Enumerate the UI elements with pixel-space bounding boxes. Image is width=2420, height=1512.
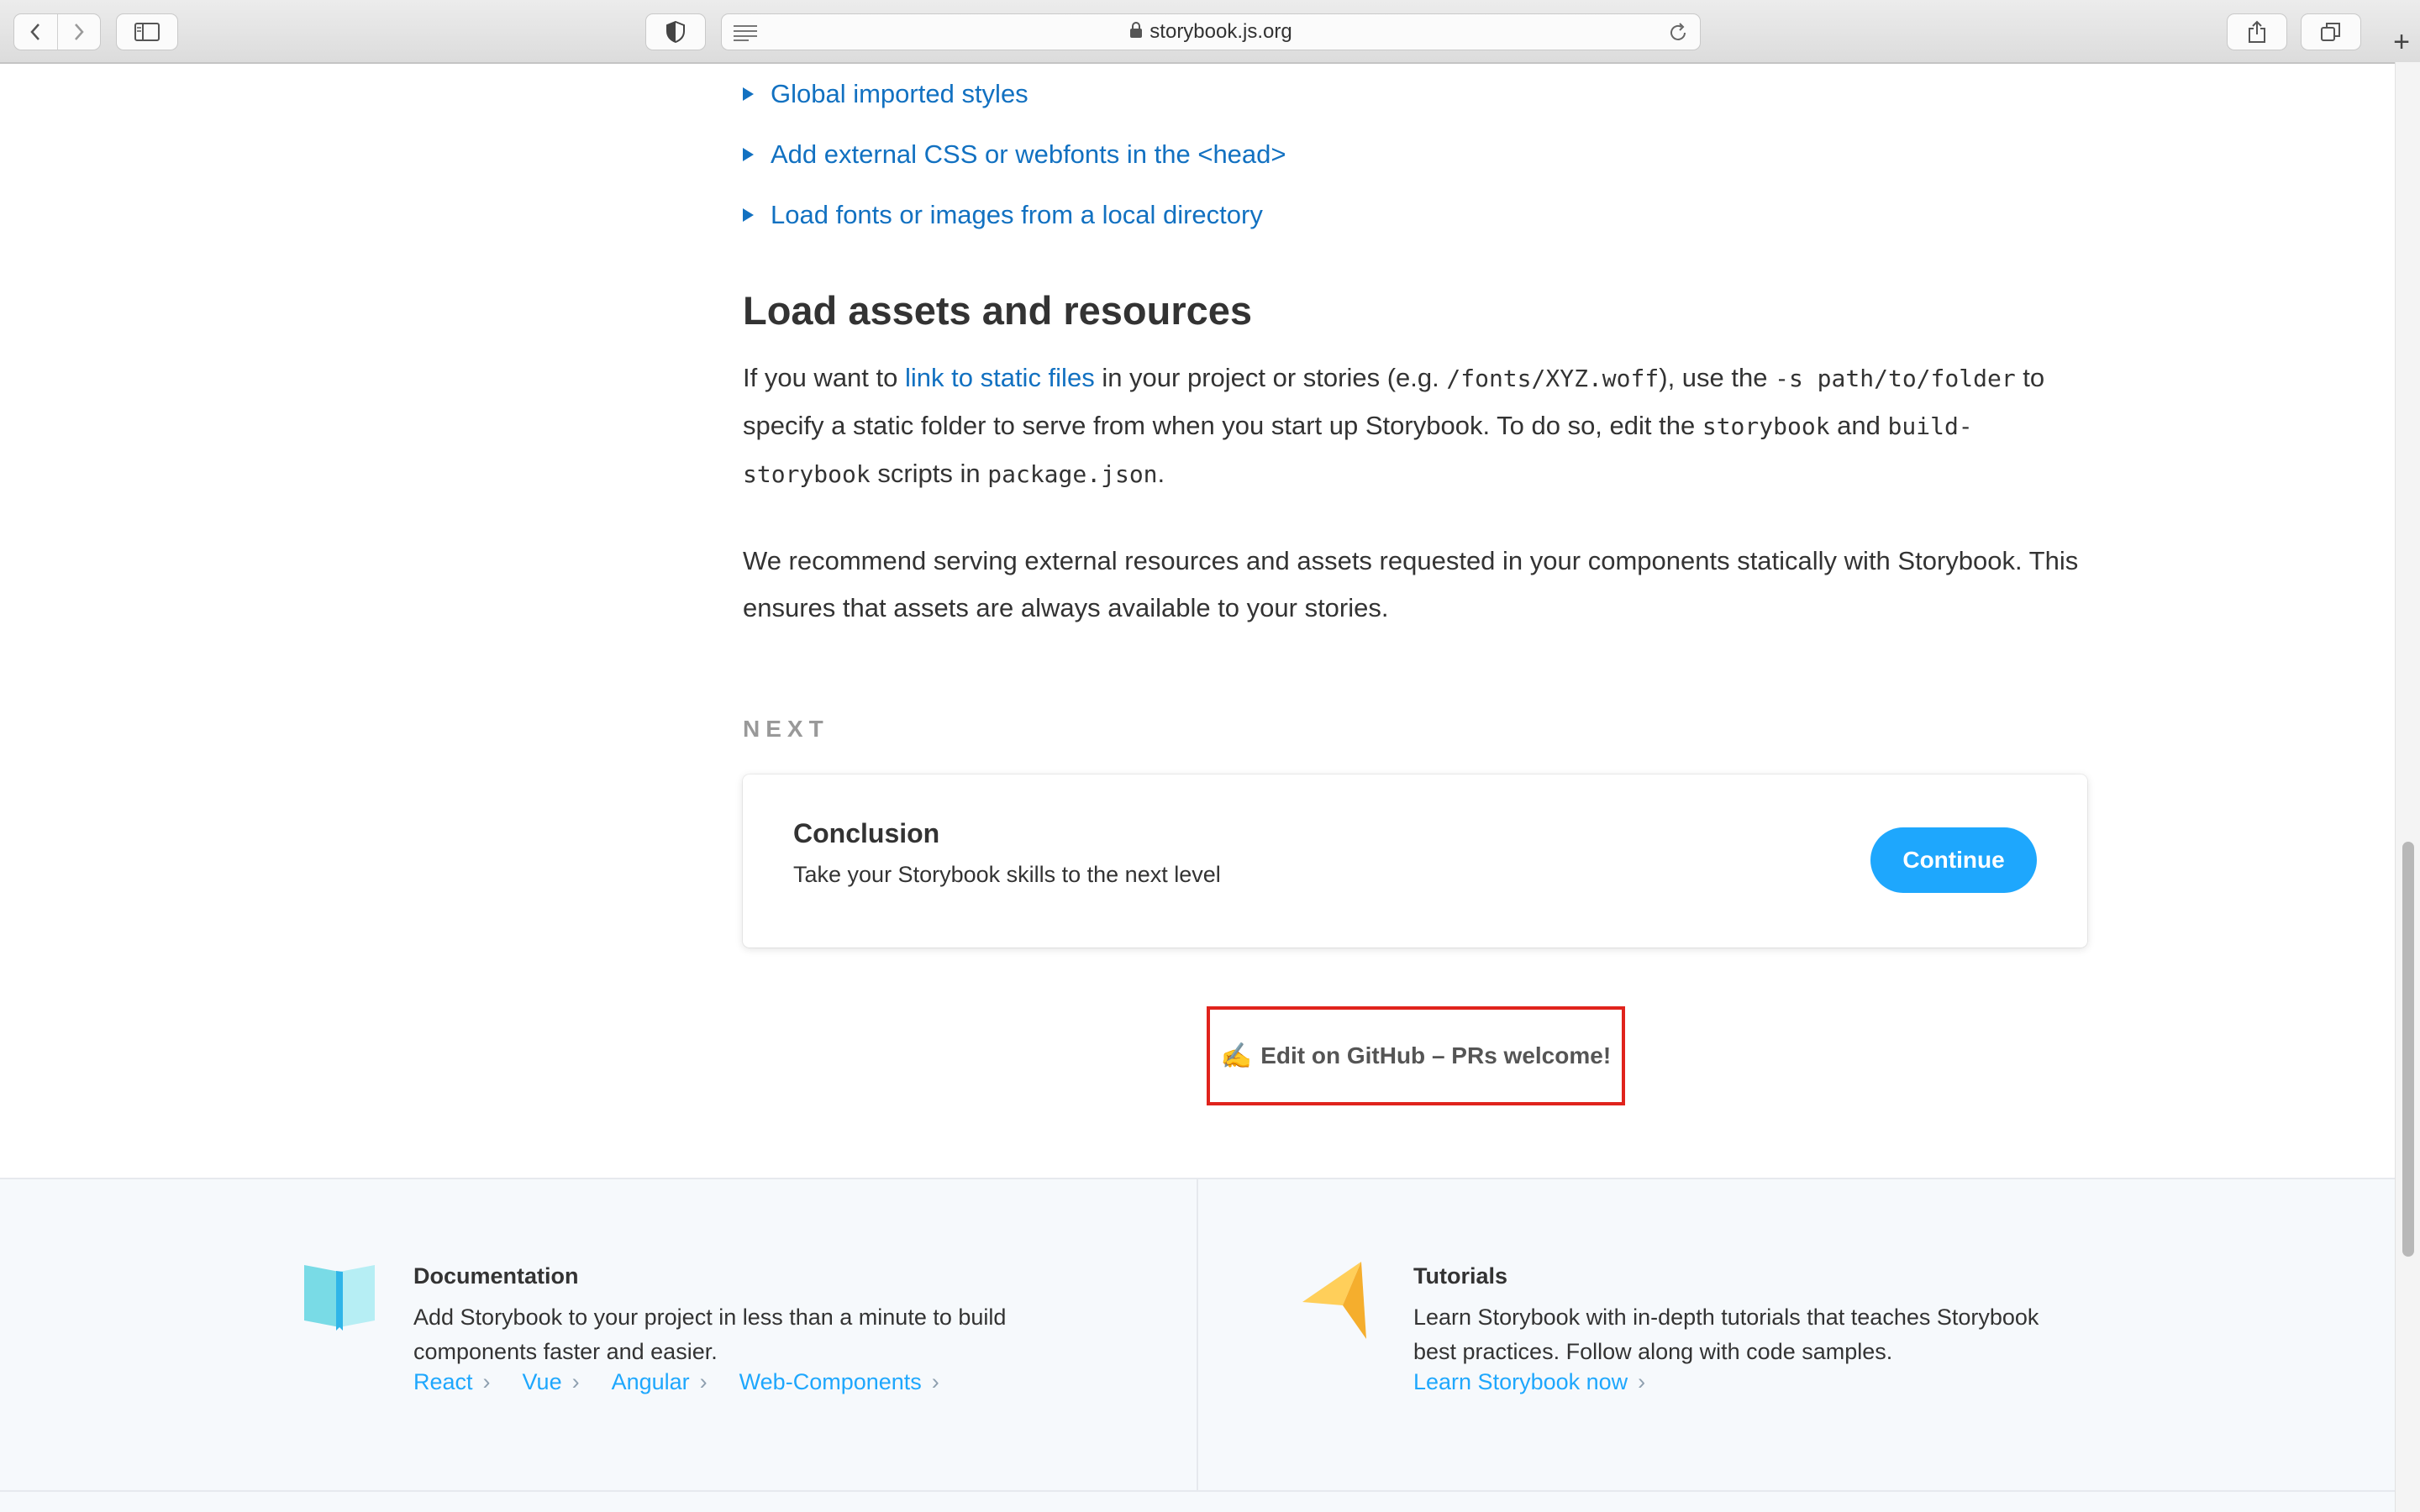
forward-button[interactable] (56, 14, 101, 50)
text: and (1829, 411, 1888, 440)
toggle-label: Add external CSS or webfonts in the <hea… (771, 139, 1286, 169)
nav-button-group (13, 13, 101, 50)
writing-hand-icon: ✍️ (1220, 1042, 1253, 1070)
code-storybook: storybook (1702, 412, 1830, 440)
url-display[interactable]: storybook.js.org (722, 14, 1700, 50)
text: ), use the (1659, 363, 1776, 392)
tabs-icon (2321, 23, 2340, 41)
text: . (1157, 459, 1165, 488)
tutorials-description: Learn Storybook with in-depth tutorials … (1413, 1305, 2039, 1364)
code-fonts-path: /fonts/XYZ.woff (1446, 365, 1660, 392)
toggle-global-imported-styles[interactable]: Global imported styles (743, 79, 1028, 109)
next-page-card[interactable]: Conclusion Take your Storybook skills to… (743, 774, 2087, 948)
footer: Documentation Add Storybook to your proj… (0, 1178, 2395, 1512)
section-heading: Load assets and resources (743, 288, 1253, 333)
footer-divider (1197, 1179, 1198, 1490)
link-web-components[interactable]: Web-Components (739, 1369, 939, 1395)
toggle-add-external-css[interactable]: Add external CSS or webfonts in the <hea… (743, 139, 1286, 170)
docs-title: Documentation (413, 1263, 579, 1289)
sidebar-toggle-button[interactable] (116, 13, 178, 50)
link-angular[interactable]: Angular (612, 1369, 708, 1395)
privacy-report-button[interactable] (645, 13, 706, 50)
share-button[interactable] (2227, 13, 2287, 50)
page-content: Global imported styles Add external CSS … (0, 62, 2395, 1512)
toggle-label: Load fonts or images from a local direct… (771, 200, 1263, 229)
triangle-right-icon (743, 208, 754, 222)
scrollbar-track[interactable] (2395, 62, 2420, 1512)
link-learn-storybook[interactable]: Learn Storybook now (1413, 1369, 1645, 1395)
tutorials-title: Tutorials (1413, 1263, 1508, 1289)
triangle-right-icon (743, 87, 754, 101)
share-icon (2249, 20, 2265, 43)
url-text: storybook.js.org (1150, 20, 1292, 43)
reload-icon[interactable] (1668, 23, 1688, 47)
paragraph-static-files: If you want to link to static files in y… (743, 354, 2087, 498)
paper-plane-icon (1302, 1262, 1366, 1339)
text: in your project or stories (e.g. (1094, 363, 1447, 392)
toggle-load-fonts-local[interactable]: Load fonts or images from a local direct… (743, 200, 1263, 230)
link-vue[interactable]: Vue (523, 1369, 580, 1395)
text: scripts in (870, 459, 988, 488)
tab-overview-button[interactable] (2301, 13, 2361, 50)
next-label: NEXT (743, 716, 829, 742)
scrollbar-thumb[interactable] (2402, 842, 2414, 1257)
chevron-right-icon (74, 24, 84, 40)
triangle-right-icon (743, 148, 754, 161)
docs-links: React Vue Angular Web-Components (413, 1369, 971, 1395)
text: If you want to (743, 363, 905, 392)
toggle-label: Global imported styles (771, 79, 1028, 108)
link-react[interactable]: React (413, 1369, 491, 1395)
browser-toolbar: storybook.js.org + (0, 0, 2420, 64)
shield-icon (666, 21, 685, 43)
code-package-json: package.json (987, 460, 1158, 488)
chevron-left-icon (30, 24, 40, 40)
address-bar[interactable]: storybook.js.org (721, 13, 1701, 50)
book-icon (304, 1265, 375, 1331)
next-page-description: Take your Storybook skills to the next l… (793, 862, 1221, 887)
footer-bottom-border (0, 1490, 2395, 1492)
next-page-title: Conclusion (793, 818, 940, 848)
back-button[interactable] (14, 14, 57, 50)
lock-icon (1129, 15, 1143, 50)
new-tab-button[interactable]: + (2385, 25, 2418, 59)
docs-description: Add Storybook to your project in less th… (413, 1305, 1007, 1364)
sidebar-icon (134, 23, 160, 41)
tutorials-links: Learn Storybook now (1413, 1369, 1677, 1395)
paragraph-recommend: We recommend serving external resources … (743, 546, 2079, 622)
code-static-flag: -s path/to/folder (1775, 365, 2016, 392)
link-static-files[interactable]: link to static files (905, 363, 1095, 392)
edit-on-github-label: Edit on GitHub – PRs welcome! (1260, 1042, 1612, 1068)
edit-on-github-link[interactable]: ✍️ Edit on GitHub – PRs welcome! (1207, 1006, 1625, 1105)
continue-button[interactable]: Continue (1870, 827, 2037, 893)
